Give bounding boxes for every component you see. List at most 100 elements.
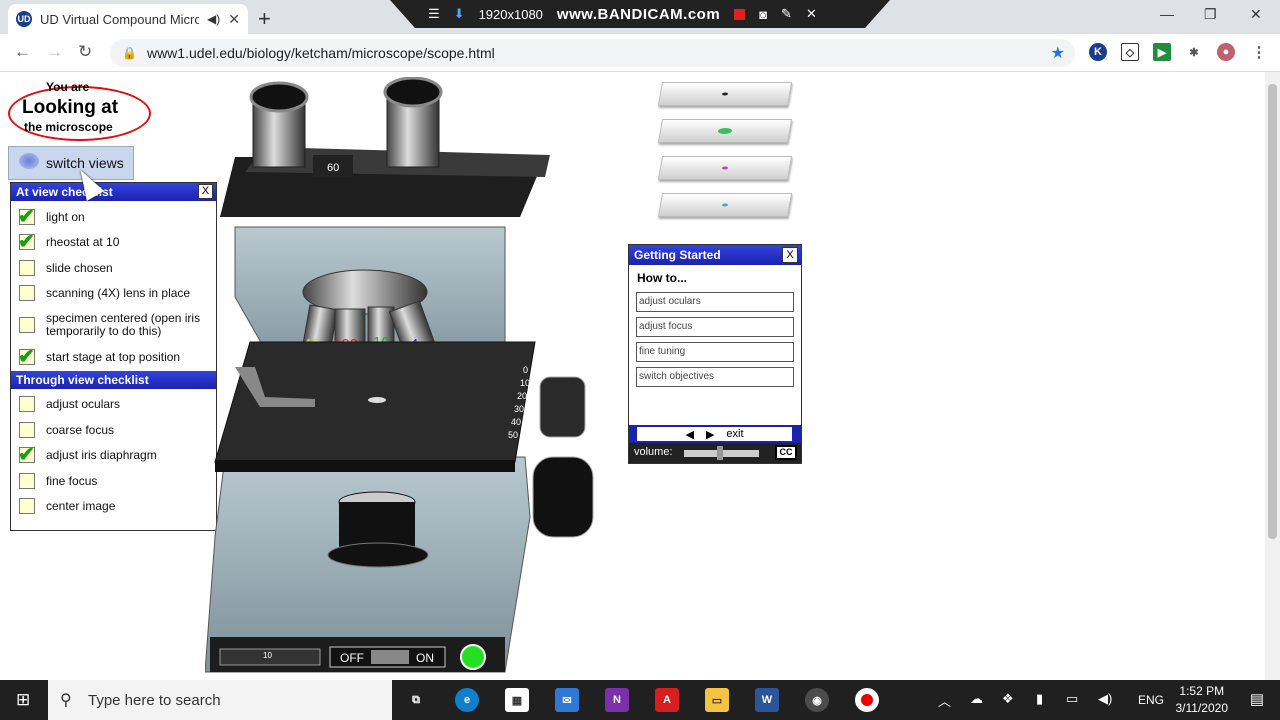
getting-started-title: Getting Started [634,248,721,262]
dropbox-icon[interactable]: ❖ [1002,691,1014,707]
fine-focus-knob[interactable] [539,376,586,438]
notifications-icon[interactable]: ▤ [1250,690,1264,708]
profile-avatar[interactable]: ● [1217,43,1235,61]
volume-slider-handle[interactable] [717,446,723,460]
browser-tab[interactable]: UD UD Virtual Compound Micro ◀) ✕ [8,4,248,34]
scrollbar-thumb[interactable] [1268,84,1277,539]
recorder-close-icon[interactable]: ✕ [806,6,817,22]
checkbox[interactable] [19,396,35,413]
checkbox[interactable] [19,317,35,333]
taskbar-clock[interactable]: 1:52 PM 3/11/2020 [1176,683,1229,717]
task-view-icon[interactable]: ⧉ [404,688,428,712]
volume-icon[interactable]: ◀) [1098,691,1112,707]
cube-extension-icon[interactable]: ◇ [1121,43,1139,61]
puzzle-extensions-icon[interactable]: ✱ [1185,43,1203,61]
tab-close-icon[interactable]: ✕ [228,11,240,28]
chrome-icon[interactable]: ◉ [805,688,829,712]
back-arrow-icon[interactable]: ← [14,42,31,62]
power-on-label: ON [416,651,434,665]
taskbar-search-box[interactable]: ⚲ Type here to search [48,680,392,720]
meet-extension-icon[interactable]: ▶ [1153,43,1171,61]
stage-scale-tick-label: 10 [520,378,530,388]
stage-scale-tick-label: 0 [523,365,528,375]
forward-arrow-icon[interactable]: → [46,42,63,62]
checkbox[interactable] [19,259,35,276]
specimen-slide[interactable] [657,156,793,180]
bookmark-star-icon[interactable]: ★ [1051,43,1065,63]
camera-icon[interactable]: ◙ [759,7,767,22]
link-fine-tuning[interactable]: fine tuning [636,342,794,362]
getting-started-close-button[interactable]: X [782,247,798,263]
at-view-header: At view checklist X [11,183,216,201]
restore-button[interactable]: ❐ [1204,6,1217,23]
how-to-label: How to... [637,271,687,285]
browser-toolbar: ← → ↻ 🔒 www1.udel.edu/biology/ketcham/mi… [0,34,1280,72]
checkmark-icon: ✔ [18,205,35,228]
speaker-icon[interactable]: ◀) [207,12,220,26]
power-toggle[interactable] [371,650,409,664]
specimen-slide[interactable] [657,193,793,217]
specimen-spot [721,92,729,96]
next-arrow-icon[interactable]: ▶ [706,428,714,441]
pin-icon[interactable]: ⬇ [454,6,465,22]
tab-bar: UD UD Virtual Compound Micro ◀) ✕ + ☰ ⬇ … [0,0,1280,34]
left-eyepiece-lens [249,81,309,113]
stage-front-edge [215,460,515,472]
checkbox[interactable] [19,285,35,302]
checklist-item: center image [11,494,216,520]
specimen-slide[interactable] [657,82,793,106]
address-bar[interactable]: 🔒 www1.udel.edu/biology/ketcham/microsco… [110,39,1075,67]
link-switch-objectives[interactable]: switch objectives [636,367,794,387]
reload-icon[interactable]: ↻ [78,42,92,62]
store-icon[interactable]: ▦ [505,688,529,712]
checkmark-icon: ✔ [18,231,35,254]
checklist-item: ✔ light on [11,204,216,230]
exit-button[interactable]: exit [726,428,743,440]
checklist-item-label: fine focus [46,473,98,488]
new-tab-button[interactable]: + [258,6,271,32]
checkbox[interactable] [19,472,35,489]
lock-icon: 🔒 [122,46,137,60]
checklist-panel: At view checklist X ✔ light on ✔ rheostat a… [10,182,217,531]
file-explorer-icon[interactable]: ▭ [705,688,729,712]
word-icon[interactable]: W [755,688,779,712]
through-view-header: Through view checklist [11,370,216,389]
url-text: www1.udel.edu/biology/ketcham/microscope… [146,45,495,61]
checkbox[interactable] [19,421,35,438]
battery-icon[interactable]: ▭ [1066,691,1078,707]
more-menu-icon[interactable]: ⋮ [1250,43,1268,61]
close-window-button[interactable]: ✕ [1250,6,1262,23]
getting-started-panel: Getting Started X How to... adjust ocula… [628,244,802,464]
coarse-focus-knob[interactable] [532,456,594,538]
page-scrollbar[interactable] [1265,72,1280,680]
link-adjust-oculars[interactable]: adjust oculars [636,292,794,312]
stage-scale-tick-label: 40 [511,417,521,427]
checklist-item-label: center image [46,499,116,514]
menu-icon[interactable]: ☰ [428,6,440,22]
at-view-list: ✔ light on ✔ rheostat at 10 slide chosen scan… [11,201,216,370]
link-adjust-focus[interactable]: adjust focus [636,317,794,337]
acrobat-icon[interactable]: A [655,688,679,712]
pencil-icon[interactable]: ✎ [781,6,792,22]
onenote-icon[interactable]: N [605,688,629,712]
show-hidden-icons-icon[interactable]: ︿ [938,691,951,710]
view-sub-label: the microscope [24,120,113,134]
edge-icon[interactable]: e [455,688,479,712]
k-extension-icon[interactable]: K [1089,43,1107,61]
microphone-icon[interactable]: ▮ [1036,691,1043,707]
mail-icon[interactable]: ✉ [555,688,579,712]
windows-start-icon[interactable]: ⊞ [16,690,30,710]
checklist-item-label: light on [46,209,85,224]
minimize-button[interactable]: — [1160,6,1174,22]
checkbox[interactable] [19,498,35,515]
onedrive-icon[interactable]: ☁ [970,691,983,707]
language-indicator[interactable]: ENG [1138,693,1164,707]
specimen-slide[interactable] [657,119,793,143]
specimen-spot [717,128,733,134]
closed-caption-button[interactable]: CC [775,445,797,460]
bandicam-record-icon[interactable] [855,688,879,712]
record-stop-icon[interactable] [734,8,746,20]
prev-arrow-icon[interactable]: ◀ [685,428,693,441]
stage-scale-tick-label: 20 [517,391,527,401]
stage-scale-tick-label: 30 [514,404,524,414]
